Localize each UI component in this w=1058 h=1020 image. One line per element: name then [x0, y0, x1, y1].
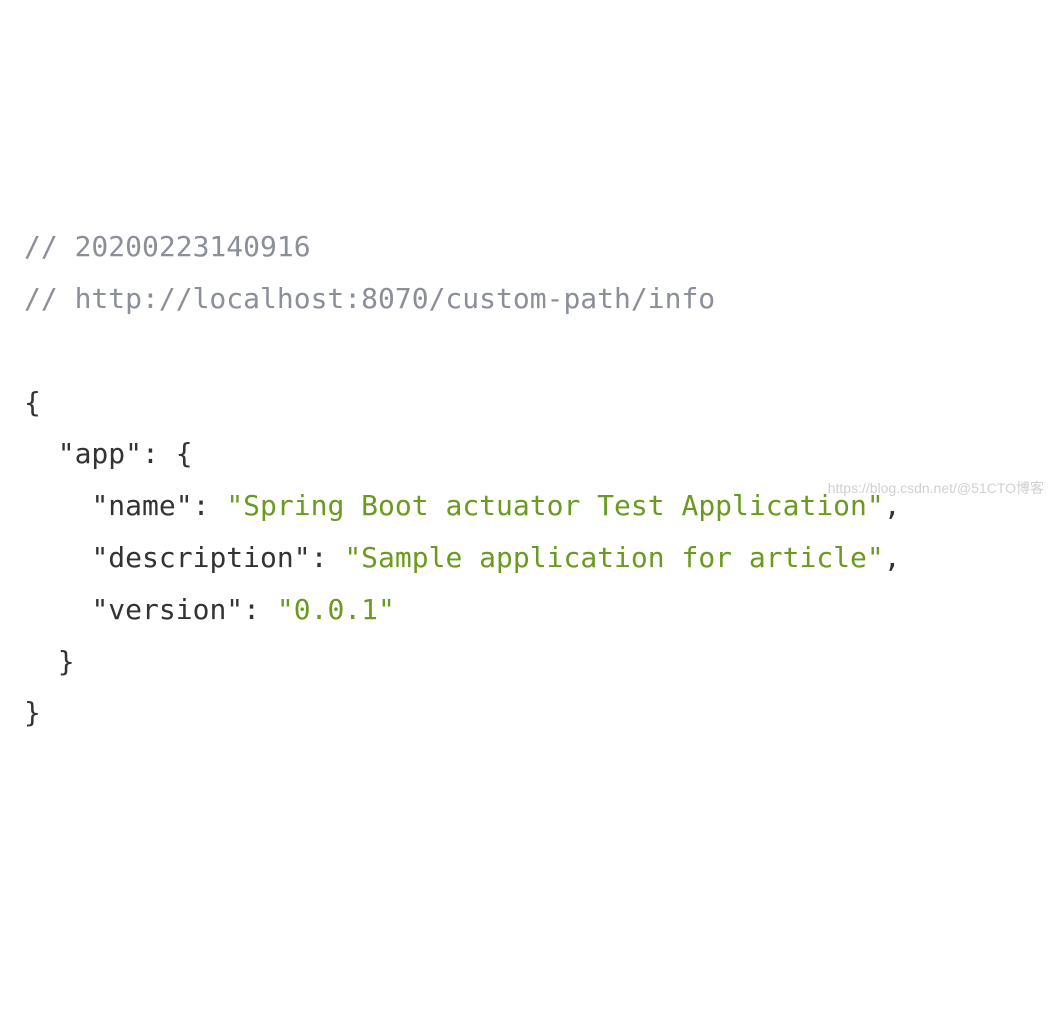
json-close-brace: } [24, 696, 41, 729]
colon: : [243, 593, 260, 626]
colon: : [142, 437, 159, 470]
json-key-version: "version" [91, 593, 243, 626]
json-value-name: "Spring Boot actuator Test Application" [226, 489, 883, 522]
json-key-app: "app" [58, 437, 142, 470]
comma: , [884, 541, 901, 574]
colon: : [193, 489, 210, 522]
watermark-text: https://blog.csdn.net/@51CTO博客 [828, 476, 1044, 502]
json-app-close-brace: } [58, 645, 75, 678]
json-app-open-brace: { [176, 437, 193, 470]
comment-timestamp: // 20200223140916 [24, 230, 311, 263]
json-key-name: "name" [91, 489, 192, 522]
comment-url: // http://localhost:8070/custom-path/inf… [24, 282, 715, 315]
colon: : [311, 541, 328, 574]
json-key-description: "description" [91, 541, 310, 574]
json-open-brace: { [24, 386, 41, 419]
json-value-version: "0.0.1" [277, 593, 395, 626]
json-value-description: "Sample application for article" [344, 541, 883, 574]
